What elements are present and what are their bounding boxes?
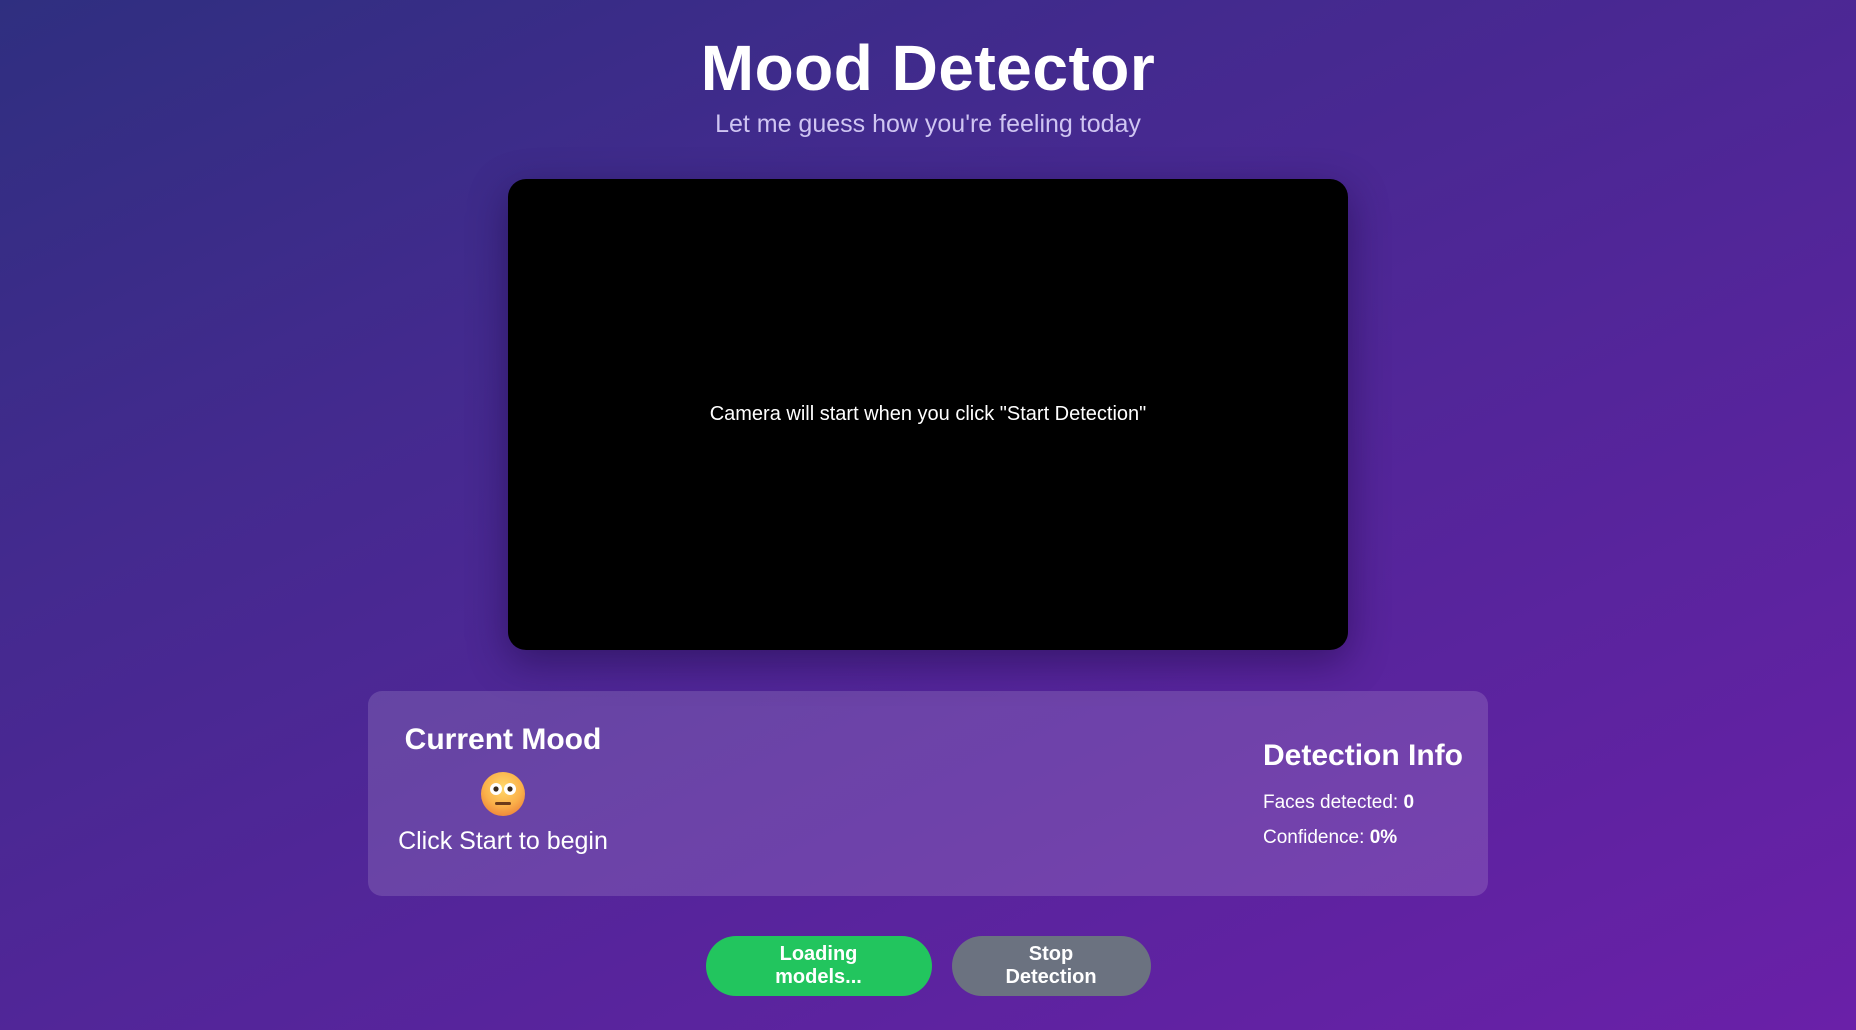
- mood-status-text: Click Start to begin: [398, 827, 608, 855]
- results-panel: Current Mood Click Start to begin Detect…: [368, 691, 1488, 896]
- faces-detected-value: 0: [1403, 792, 1415, 813]
- page-header: Mood Detector Let me guess how you're fe…: [0, 30, 1856, 142]
- stop-detection-button[interactable]: Stop Detection: [951, 936, 1151, 996]
- detection-info-heading: Detection Info: [1263, 739, 1463, 772]
- controls: Loading models... Stop Detection: [0, 936, 1856, 996]
- confidence-label: Confidence:: [1263, 827, 1370, 848]
- page-title: Mood Detector: [700, 32, 1156, 104]
- neutral-face-icon: [480, 771, 526, 817]
- page-subtitle: Let me guess how you're feeling today: [715, 110, 1141, 138]
- faces-detected-row: Faces detected: 0: [1263, 785, 1473, 820]
- current-mood-section: Current Mood Click Start to begin: [388, 721, 618, 859]
- camera-video-area: Camera will start when you click "Start …: [508, 179, 1348, 650]
- confidence-value: 0%: [1369, 827, 1398, 848]
- current-mood-heading: Current Mood: [404, 723, 602, 756]
- detection-info-section: Detection Info Faces detected: 0 Confide…: [1263, 737, 1473, 855]
- start-detection-button[interactable]: Loading models...: [705, 936, 932, 996]
- camera-placeholder-text: Camera will start when you click "Start …: [709, 403, 1147, 425]
- confidence-row: Confidence: 0%: [1263, 820, 1473, 855]
- faces-detected-label: Faces detected:: [1263, 792, 1404, 813]
